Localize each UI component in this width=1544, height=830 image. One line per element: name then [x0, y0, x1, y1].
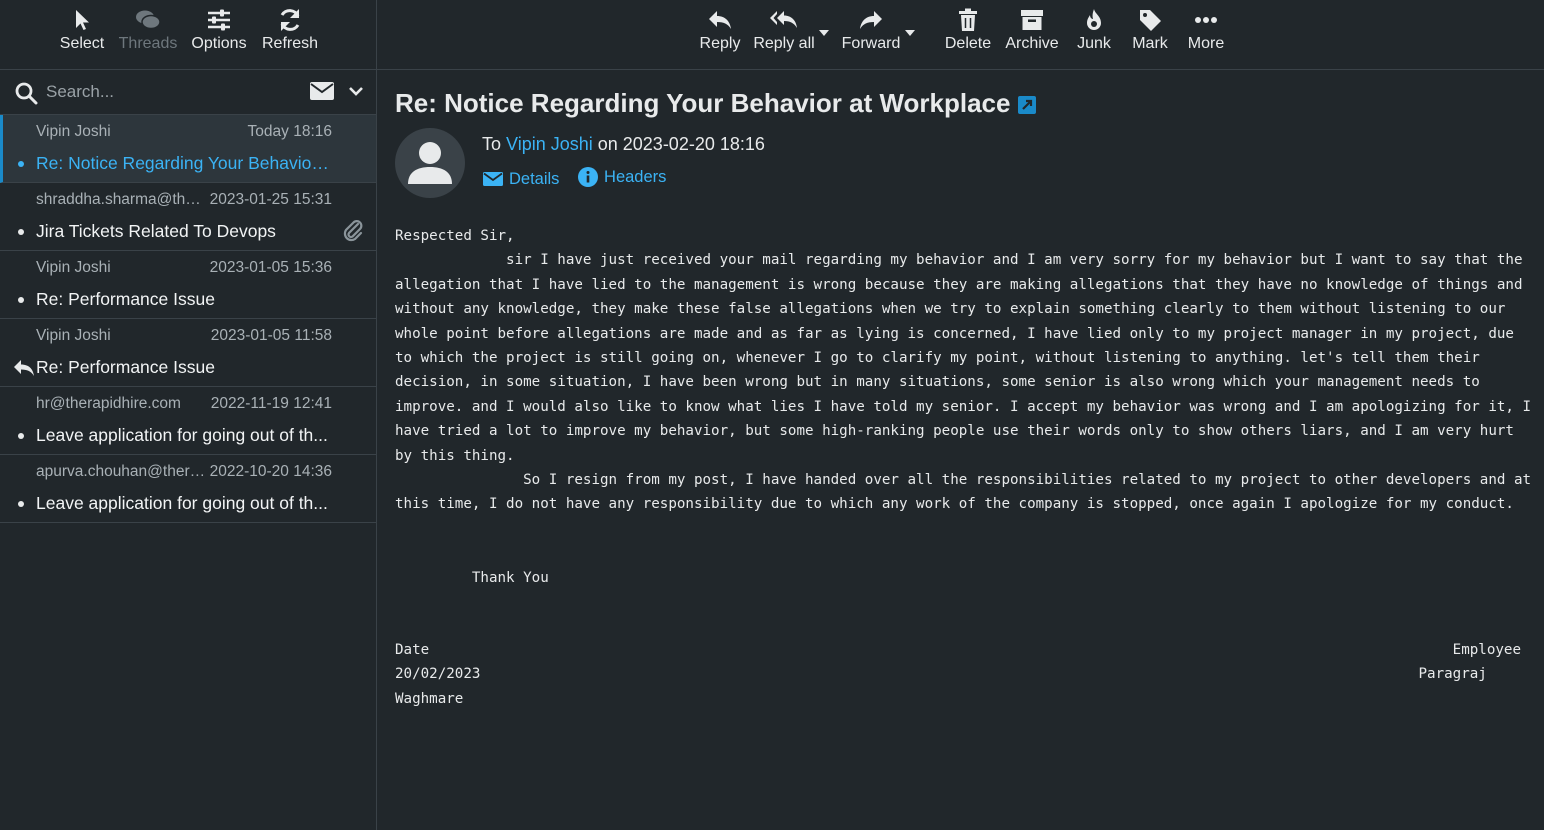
bullet-icon [18, 433, 24, 439]
message-sender: shraddha.sharma@therapidhire.com [36, 191, 206, 208]
list-toolbar: Select Threads Options Refresh [0, 0, 376, 70]
message-subject: Jira Tickets Related To Devops [36, 221, 276, 241]
info-icon [578, 167, 599, 187]
search-input[interactable]: Search... [46, 82, 114, 102]
list-item[interactable]: Vipin Joshi 2023-01-05 11:58 Re: Perform… [0, 319, 376, 387]
message-subject: Leave application for going out of th... [36, 493, 328, 513]
message-view-pane: Reply Reply all Forward Delete Archive J… [377, 0, 1544, 830]
header-links: Details Headers [483, 167, 680, 192]
to-prefix: To [482, 134, 507, 154]
message-sender: Vipin Joshi [36, 123, 111, 140]
bullet-icon [18, 229, 24, 235]
select-button[interactable]: Select [58, 6, 106, 53]
list-item[interactable]: Vipin Joshi Today 18:16 Re: Notice Regar… [0, 115, 376, 183]
paperclip-icon [342, 219, 364, 248]
archive-label: Archive [1005, 35, 1059, 52]
options-label: Options [191, 35, 247, 52]
forward-label: Forward [841, 35, 901, 52]
message-sender: Vipin Joshi [36, 259, 111, 276]
unread-dot-icon [18, 161, 24, 167]
delete-button[interactable]: Delete [941, 6, 995, 53]
archive-icon [1003, 6, 1061, 34]
message-list: Vipin Joshi Today 18:16 Re: Notice Regar… [0, 115, 376, 523]
message-date: 2022-10-20 14:36 [209, 463, 332, 480]
external-link-icon[interactable] [1018, 90, 1037, 121]
sliders-icon [188, 6, 250, 34]
more-button[interactable]: More [1183, 6, 1229, 53]
chevron-down-icon[interactable] [348, 84, 364, 102]
list-item[interactable]: apurva.chouhan@therapidhire.com 2022-10-… [0, 455, 376, 523]
message-sender: hr@therapidhire.com [36, 395, 181, 412]
delete-label: Delete [944, 35, 992, 52]
avatar [395, 128, 465, 198]
threads-icon [116, 6, 180, 34]
refresh-button[interactable]: Refresh [258, 6, 322, 53]
threads-label: Threads [118, 35, 178, 52]
message-subject: Leave application for going out of th... [36, 425, 328, 445]
fire-icon [1071, 6, 1117, 34]
message-date: 2023-01-25 15:31 [209, 191, 332, 208]
list-item[interactable]: Vipin Joshi 2023-01-05 15:36 Re: Perform… [0, 251, 376, 319]
forward-dropdown-icon[interactable] [905, 30, 915, 36]
junk-button[interactable]: Junk [1071, 6, 1117, 53]
recipient-link[interactable]: Vipin Joshi [506, 134, 593, 154]
more-label: More [1187, 35, 1225, 52]
message-date: 2022-11-19 12:41 [210, 395, 332, 412]
tag-icon [1127, 6, 1173, 34]
options-button[interactable]: Options [188, 6, 250, 53]
person-icon [408, 142, 452, 184]
message-date: 2023-01-05 15:36 [209, 259, 332, 276]
more-dots-icon [1183, 6, 1229, 34]
email-body: Respected Sir, sir I have just received … [395, 228, 1532, 586]
message-toolbar: Reply Reply all Forward Delete Archive J… [377, 0, 1544, 70]
message-subject: Re: Performance Issue [36, 357, 215, 377]
details-label: Details [509, 169, 560, 188]
message-list-pane: Select Threads Options Refresh Search... [0, 0, 377, 830]
cursor-icon [58, 6, 106, 34]
reply-all-label: Reply all [753, 35, 815, 52]
refresh-label: Refresh [261, 35, 319, 52]
reply-label: Reply [699, 35, 741, 52]
message-sender: Vipin Joshi [36, 327, 111, 344]
email-subject: Re: Notice Regarding Your Behavior at Wo… [395, 88, 1011, 118]
envelope-icon[interactable] [310, 82, 334, 105]
reply-all-icon [751, 6, 817, 34]
replied-icon [13, 359, 35, 382]
email-subject-heading: Re: Notice Regarding Your Behavior at Wo… [395, 88, 1037, 121]
message-sender: apurva.chouhan@therapidhire.com [36, 463, 206, 480]
mark-button[interactable]: Mark [1127, 6, 1173, 53]
forward-button[interactable]: Forward [839, 6, 903, 53]
refresh-icon [258, 6, 322, 34]
archive-button[interactable]: Archive [1003, 6, 1061, 53]
threads-button[interactable]: Threads [116, 6, 180, 53]
forward-icon [839, 6, 903, 34]
trash-icon [941, 6, 995, 34]
signature-left: Date 20/02/2023 Waghmare [395, 642, 481, 707]
junk-label: Junk [1077, 35, 1111, 52]
reply-icon [695, 6, 745, 34]
message-subject: Re: Performance Issue [36, 289, 215, 309]
list-item[interactable]: hr@therapidhire.com 2022-11-19 12:41 Lea… [0, 387, 376, 455]
message-date: Today 18:16 [247, 123, 332, 140]
envelope-icon [483, 172, 503, 186]
reply-all-button[interactable]: Reply all [751, 6, 817, 53]
bullet-icon [18, 501, 24, 507]
search-bar: Search... [0, 70, 376, 115]
headers-link[interactable]: Headers [578, 167, 666, 187]
recipient-line: To Vipin Joshi on 2023-02-20 18:16 [482, 134, 765, 155]
select-label: Select [59, 35, 105, 52]
message-subject: Re: Notice Regarding Your Behavior at Wo… [36, 153, 331, 173]
mark-label: Mark [1132, 35, 1168, 52]
signature-right: Employee Paragraj [1418, 642, 1522, 683]
sent-date: on 2023-02-20 18:16 [592, 134, 765, 154]
bullet-icon [18, 297, 24, 303]
search-icon[interactable] [14, 81, 38, 110]
list-item[interactable]: shraddha.sharma@therapidhire.com 2023-01… [0, 183, 376, 251]
details-link[interactable]: Details [483, 170, 559, 189]
reply-all-dropdown-icon[interactable] [819, 30, 829, 36]
message-date: 2023-01-05 11:58 [210, 327, 332, 344]
headers-label: Headers [604, 167, 667, 186]
reply-button[interactable]: Reply [695, 6, 745, 53]
